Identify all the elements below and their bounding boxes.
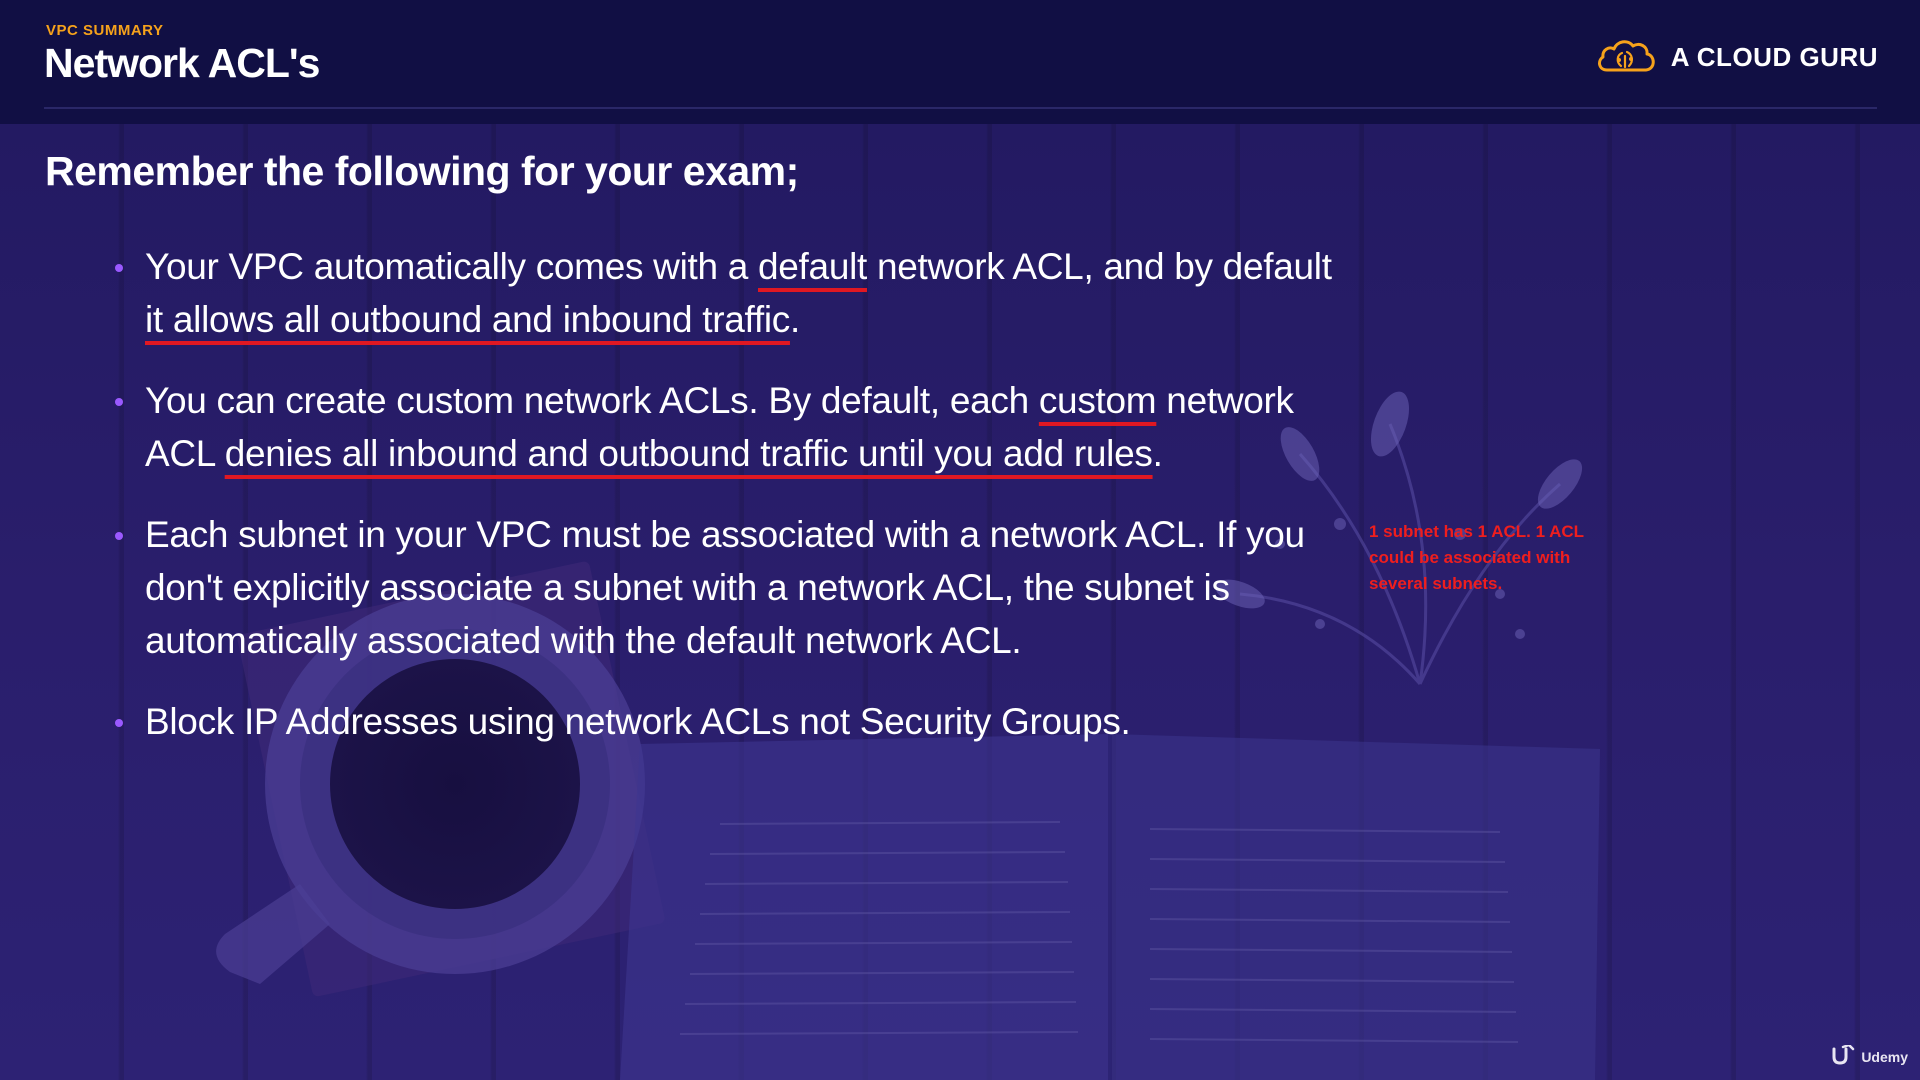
content-heading: Remember the following for your exam; [45, 148, 799, 194]
bullet-item-subnet-association: Each subnet in your VPC must be associat… [112, 508, 1342, 667]
bullet-text: Block IP Addresses using network ACLs no… [145, 701, 1131, 742]
bullet-list: Your VPC automatically comes with a defa… [112, 240, 1342, 776]
section-label: VPC SUMMARY [46, 22, 164, 39]
bullet-item-block-ip: Block IP Addresses using network ACLs no… [112, 695, 1342, 748]
bullet-text: You can create custom network ACLs. By d… [145, 380, 1039, 421]
bullet-text: . [1152, 433, 1163, 474]
udemy-label: Udemy [1861, 1048, 1908, 1065]
slide-header: VPC SUMMARY Network ACL's A CLOUD GURU [0, 0, 1920, 124]
underlined-text: denies all inbound and outbound traffic … [224, 433, 1153, 474]
bullet-item-default-acl: Your VPC automatically comes with a defa… [112, 240, 1342, 346]
udemy-watermark: Udemy [1831, 1043, 1908, 1068]
cloud-icon [1595, 36, 1659, 79]
handwritten-annotation: 1 subnet has 1 ACL. 1 ACL could be assoc… [1369, 522, 1584, 593]
underlined-text: it allows all outbound and inbound traff… [145, 299, 790, 340]
underlined-text: default [758, 246, 867, 287]
brand-name: A CLOUD GURU [1670, 42, 1878, 72]
bullet-text: . [789, 299, 800, 340]
udemy-u-icon [1831, 1043, 1855, 1068]
underlined-text: custom [1038, 380, 1157, 421]
brand: A CLOUD GURU [1595, 36, 1878, 79]
bullet-text: Your VPC automatically comes with a [145, 246, 758, 287]
header-divider [44, 107, 1877, 109]
bullet-item-custom-acl: You can create custom network ACLs. By d… [112, 374, 1342, 480]
bullet-text: Each subnet in your VPC must be associat… [145, 514, 1305, 661]
bullet-text: network ACL, and by default [867, 246, 1332, 287]
page-title: Network ACL's [44, 40, 320, 86]
